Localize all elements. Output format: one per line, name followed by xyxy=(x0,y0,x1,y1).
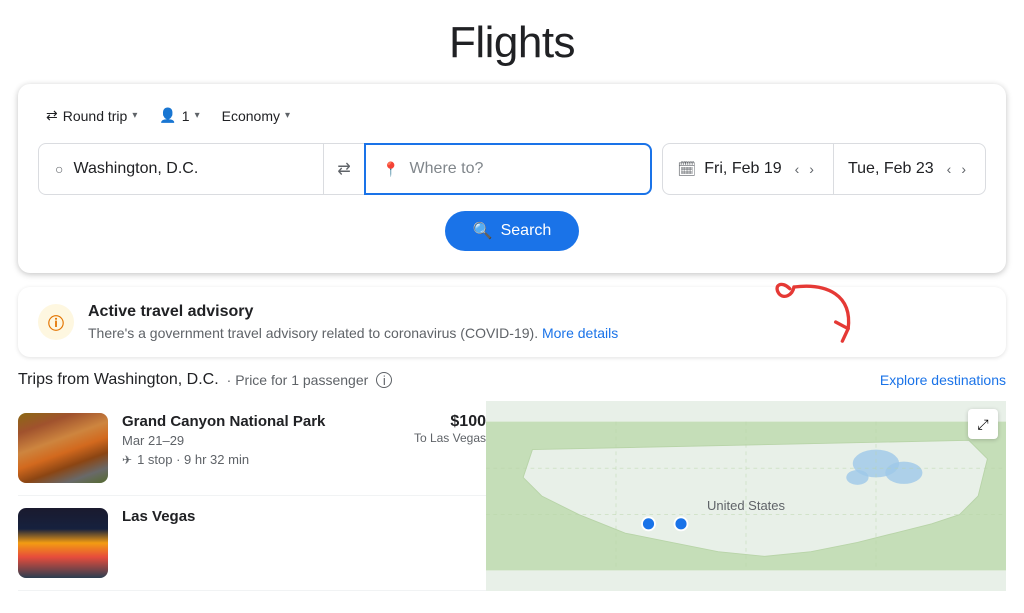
map-svg: United States xyxy=(486,401,1006,591)
cabin-button[interactable]: Economy ▾ xyxy=(214,103,298,129)
card-thumbnail-grand-canyon xyxy=(18,413,108,483)
passengers-chevron: ▾ xyxy=(195,110,200,121)
flight-icon: ✈ xyxy=(122,453,132,467)
trips-info-icon: i xyxy=(376,372,392,388)
origin-circle-icon: ○ xyxy=(55,161,63,177)
card-price-col-grand-canyon: $100 To Las Vegas xyxy=(414,413,486,445)
cards-list: Grand Canyon National Park Mar 21–29 ✈ 1… xyxy=(18,401,486,591)
swap-icon: ⇄ xyxy=(337,159,350,179)
advisory-info-icon: ⓘ xyxy=(48,310,64,334)
search-button[interactable]: 🔍 Search xyxy=(445,211,580,251)
trips-title-row: Trips from Washington, D.C. · Price for … xyxy=(18,371,392,389)
search-icon: 🔍 xyxy=(473,221,493,241)
trips-section: Trips from Washington, D.C. · Price for … xyxy=(18,371,1006,591)
advisory-title: Active travel advisory xyxy=(88,303,986,321)
list-item[interactable]: Las Vegas xyxy=(18,496,486,591)
destination-pin-icon: 📍 xyxy=(382,161,399,178)
destination-field[interactable]: 📍 Where to? xyxy=(364,143,652,195)
expand-icon: ⤢ xyxy=(977,416,988,433)
calendar-icon: 🗓 xyxy=(677,160,696,178)
return-next-button[interactable]: › xyxy=(956,157,971,181)
depart-date-value: Fri, Feb 19 xyxy=(704,160,781,178)
search-fields-row: ○ Washington, D.C. ⇄ 📍 Where to? 🗓 Fri, … xyxy=(38,143,986,195)
svg-text:United States: United States xyxy=(707,498,786,513)
card-stops: 1 stop · 9 hr 32 min xyxy=(137,452,249,467)
cabin-chevron: ▾ xyxy=(285,110,290,121)
person-icon: 👤 xyxy=(159,107,176,124)
card-content-grand-canyon: Grand Canyon National Park Mar 21–29 ✈ 1… xyxy=(122,413,400,467)
origin-field[interactable]: ○ Washington, D.C. xyxy=(38,143,324,195)
advisory-body-text: There's a government travel advisory rel… xyxy=(88,325,538,341)
depart-prev-button[interactable]: ‹ xyxy=(790,157,805,181)
search-button-row: 🔍 Search xyxy=(38,211,986,251)
advisory-more-details-link[interactable]: More details xyxy=(542,325,618,341)
return-prev-button[interactable]: ‹ xyxy=(942,157,957,181)
trips-header: Trips from Washington, D.C. · Price for … xyxy=(18,371,1006,389)
page-header: Flights xyxy=(0,0,1024,84)
search-button-label: Search xyxy=(501,222,552,240)
trip-type-label: Round trip xyxy=(63,108,128,124)
advisory-section: ⓘ Active travel advisory There's a gover… xyxy=(0,287,1024,357)
return-date-value: Tue, Feb 23 xyxy=(848,160,934,178)
card-thumbnail-las-vegas xyxy=(18,508,108,578)
cabin-label: Economy xyxy=(222,108,280,124)
origin-value: Washington, D.C. xyxy=(73,160,198,178)
page-title: Flights xyxy=(0,18,1024,68)
depart-date-field[interactable]: 🗓 Fri, Feb 19 ‹ › xyxy=(663,144,833,194)
card-title: Las Vegas xyxy=(122,508,486,525)
card-price-sub: To Las Vegas xyxy=(414,431,486,445)
trip-options-row: ⇄ Round trip ▾ 👤 1 ▾ Economy ▾ xyxy=(38,102,986,129)
trips-section-subtitle: · Price for 1 passenger xyxy=(227,372,369,388)
explore-destinations-link[interactable]: Explore destinations xyxy=(880,372,1006,388)
card-title: Grand Canyon National Park xyxy=(122,413,400,430)
advisory-content: Active travel advisory There's a governm… xyxy=(88,303,986,341)
map-area: United States ⤢ xyxy=(486,401,1006,591)
trip-type-button[interactable]: ⇄ Round trip ▾ xyxy=(38,102,145,129)
advisory-banner: ⓘ Active travel advisory There's a gover… xyxy=(18,287,1006,357)
swap-button[interactable]: ⇄ xyxy=(324,143,364,195)
trips-section-title: Trips from Washington, D.C. xyxy=(18,371,219,389)
map-expand-button[interactable]: ⤢ xyxy=(968,409,998,439)
return-date-field[interactable]: Tue, Feb 23 ‹ › xyxy=(833,144,985,194)
depart-next-button[interactable]: › xyxy=(804,157,819,181)
depart-date-nav: ‹ › xyxy=(790,157,819,181)
passengers-label: 1 xyxy=(182,108,190,124)
card-price: $100 xyxy=(414,413,486,431)
card-flight-info: ✈ 1 stop · 9 hr 32 min xyxy=(122,452,400,467)
passengers-button[interactable]: 👤 1 ▾ xyxy=(151,102,207,129)
return-date-nav: ‹ › xyxy=(942,157,971,181)
trip-type-icon: ⇄ xyxy=(46,107,58,124)
date-fields-container: 🗓 Fri, Feb 19 ‹ › Tue, Feb 23 ‹ › xyxy=(662,143,986,195)
card-content-las-vegas: Las Vegas xyxy=(122,508,486,528)
card-dates: Mar 21–29 xyxy=(122,433,400,448)
trip-type-chevron: ▾ xyxy=(132,110,137,121)
list-item[interactable]: Grand Canyon National Park Mar 21–29 ✈ 1… xyxy=(18,401,486,496)
destination-placeholder: Where to? xyxy=(410,160,484,178)
advisory-icon-wrap: ⓘ xyxy=(38,304,74,340)
search-panel: ⇄ Round trip ▾ 👤 1 ▾ Economy ▾ ○ Washing… xyxy=(18,84,1006,273)
advisory-body: There's a government travel advisory rel… xyxy=(88,325,986,341)
cards-map-row: Grand Canyon National Park Mar 21–29 ✈ 1… xyxy=(18,401,1006,591)
